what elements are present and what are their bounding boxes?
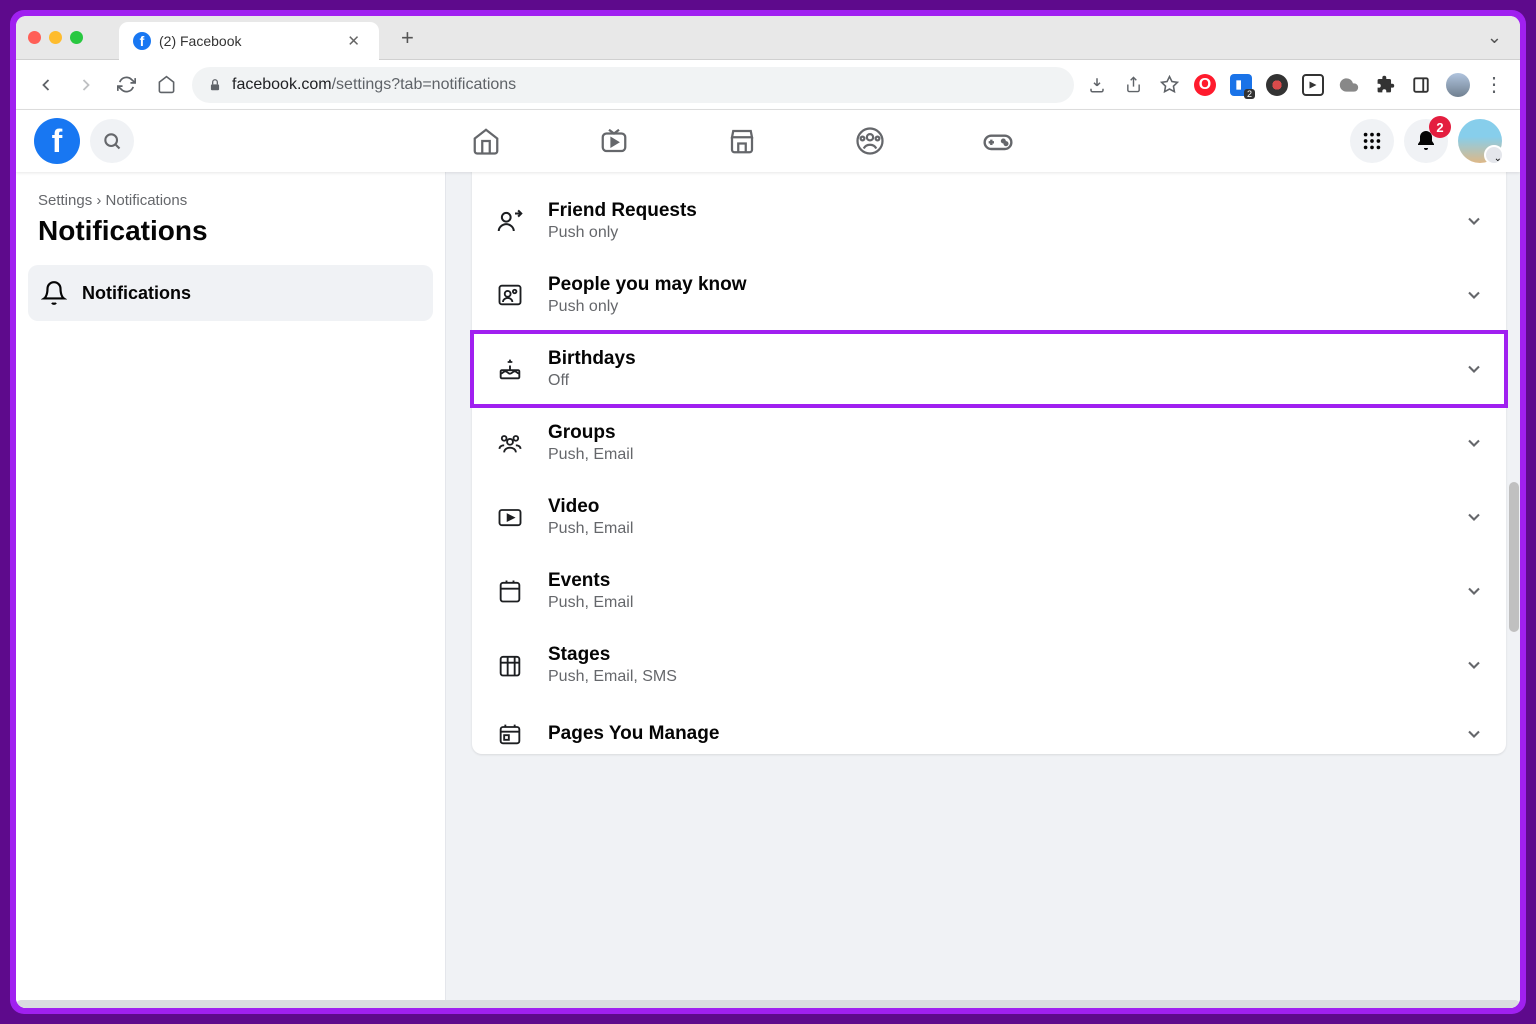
browser-titlebar: f (2) Facebook ✕ + ⌄	[16, 16, 1520, 60]
reload-button[interactable]	[112, 71, 140, 99]
setting-subtitle: Push, Email	[548, 594, 1442, 612]
setting-subtitle: Push, Email	[548, 446, 1442, 464]
extension-opera-icon[interactable]: O	[1194, 74, 1216, 96]
page-title: Notifications	[28, 215, 433, 265]
pages-icon	[494, 718, 526, 750]
panel-icon[interactable]	[1410, 74, 1432, 96]
setting-title: People you may know	[548, 274, 1442, 296]
chevron-down-icon	[1464, 285, 1484, 305]
share-icon[interactable]	[1122, 74, 1144, 96]
chevron-down-icon	[1464, 211, 1484, 231]
forward-button[interactable]	[72, 71, 100, 99]
settings-card: Push onlyFriend RequestsPush onlyPeople …	[472, 172, 1506, 754]
search-button[interactable]	[90, 119, 134, 163]
favicon-icon: f	[133, 32, 151, 50]
tab-close-button[interactable]: ✕	[342, 30, 365, 52]
chevron-down-icon	[1464, 655, 1484, 675]
setting-title: Events	[548, 570, 1442, 592]
sidebar-item-notifications[interactable]: Notifications	[28, 265, 433, 321]
extension-blue-icon[interactable]: 2	[1230, 74, 1252, 96]
facebook-nav	[144, 117, 1340, 165]
groups-icon	[494, 427, 526, 459]
sidebar-item-label: Notifications	[82, 283, 191, 304]
setting-title: Groups	[548, 422, 1442, 444]
friend-icon	[494, 205, 526, 237]
address-bar[interactable]: facebook.com/settings?tab=notifications	[192, 67, 1074, 103]
url-domain: facebook.com	[232, 76, 332, 93]
setting-title: Pages You Manage	[548, 723, 1442, 745]
setting-row-friend-requests[interactable]: Friend Requests Push only	[472, 184, 1506, 258]
browser-menu-button[interactable]: ⋮	[1484, 72, 1504, 97]
breadcrumb[interactable]: Settings › Notifications	[28, 192, 433, 215]
window-controls	[28, 31, 83, 44]
facebook-header: f 2 ⌄	[16, 110, 1520, 172]
facebook-logo[interactable]: f	[34, 118, 80, 164]
extension-cloud-icon[interactable]	[1338, 74, 1360, 96]
setting-title: Stages	[548, 644, 1442, 666]
account-button[interactable]: ⌄	[1458, 119, 1502, 163]
stages-icon	[494, 649, 526, 681]
setting-row-video[interactable]: Video Push, Email	[472, 480, 1506, 554]
nav-home-icon[interactable]	[462, 117, 510, 165]
people-icon	[494, 279, 526, 311]
menu-grid-button[interactable]	[1350, 119, 1394, 163]
lock-icon	[208, 78, 222, 92]
content-area: Settings › Notifications Notifications N…	[16, 172, 1520, 1008]
setting-subtitle: Off	[548, 372, 1442, 390]
notification-badge: 2	[1429, 116, 1451, 138]
sidebar: Settings › Notifications Notifications N…	[16, 172, 446, 1008]
minimize-window-button[interactable]	[49, 31, 62, 44]
extension-face-icon[interactable]	[1266, 74, 1288, 96]
extension-box-icon[interactable]	[1302, 74, 1324, 96]
tab-title: (2) Facebook	[159, 33, 334, 49]
nav-watch-icon[interactable]	[590, 117, 638, 165]
bell-icon	[40, 279, 68, 307]
chevron-down-icon	[1464, 433, 1484, 453]
chevron-down-icon	[1464, 724, 1484, 744]
nav-groups-icon[interactable]	[846, 117, 894, 165]
extension-icons: O 2 ⋮	[1086, 72, 1504, 97]
back-button[interactable]	[32, 71, 60, 99]
home-button[interactable]	[152, 71, 180, 99]
video-icon	[494, 501, 526, 533]
bookmark-icon[interactable]	[1158, 74, 1180, 96]
setting-row-groups[interactable]: Groups Push, Email	[472, 406, 1506, 480]
new-tab-button[interactable]: +	[387, 25, 428, 51]
tabs-overflow-button[interactable]: ⌄	[1481, 27, 1508, 48]
extensions-puzzle-icon[interactable]	[1374, 74, 1396, 96]
setting-subtitle: Push, Email, SMS	[548, 668, 1442, 686]
setting-row-people-you-may-know[interactable]: People you may know Push only	[472, 258, 1506, 332]
setting-title: Friend Requests	[548, 200, 1442, 222]
calendar-icon	[494, 575, 526, 607]
main-panel: Push onlyFriend RequestsPush onlyPeople …	[446, 172, 1520, 1008]
scrollbar-thumb[interactable]	[1509, 482, 1519, 632]
browser-tab[interactable]: f (2) Facebook ✕	[119, 22, 379, 60]
setting-title: Birthdays	[548, 348, 1442, 370]
setting-row-stages[interactable]: Stages Push, Email, SMS	[472, 628, 1506, 702]
cake-icon	[494, 353, 526, 385]
setting-row-events[interactable]: Events Push, Email	[472, 554, 1506, 628]
setting-row-pages-you-manage[interactable]: Pages You Manage	[472, 702, 1506, 750]
maximize-window-button[interactable]	[70, 31, 83, 44]
chevron-down-icon	[1464, 507, 1484, 527]
profile-button[interactable]	[1446, 73, 1470, 97]
nav-gaming-icon[interactable]	[974, 117, 1022, 165]
horizontal-scrollbar[interactable]	[16, 1000, 1520, 1008]
close-window-button[interactable]	[28, 31, 41, 44]
chevron-down-icon	[1464, 359, 1484, 379]
setting-row-birthdays[interactable]: Birthdays Off	[472, 332, 1506, 406]
notifications-button[interactable]: 2	[1404, 119, 1448, 163]
install-icon[interactable]	[1086, 74, 1108, 96]
browser-toolbar: facebook.com/settings?tab=notifications …	[16, 60, 1520, 110]
setting-subtitle: Push, Email	[548, 520, 1442, 538]
setting-row-partial[interactable]: Push only	[472, 172, 1506, 184]
setting-subtitle: Push only	[548, 298, 1442, 316]
setting-title: Video	[548, 496, 1442, 518]
nav-marketplace-icon[interactable]	[718, 117, 766, 165]
setting-subtitle: Push only	[548, 224, 1442, 242]
url-path: /settings?tab=notifications	[332, 76, 517, 93]
chevron-down-icon	[1464, 581, 1484, 601]
